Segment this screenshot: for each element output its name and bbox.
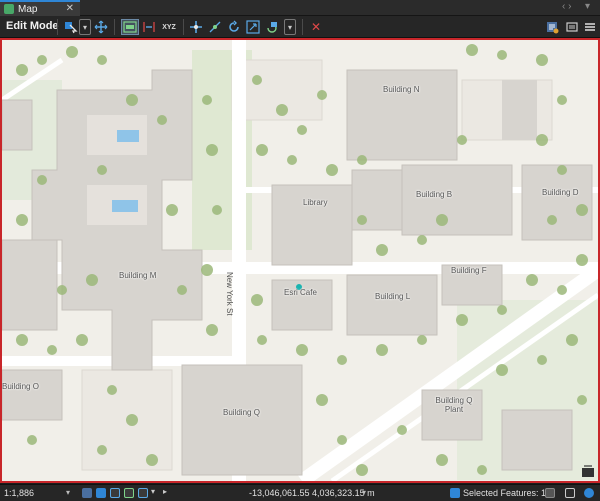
label-esri-cafe: Esri Cafe	[284, 288, 317, 297]
reshape-icon[interactable]	[208, 19, 222, 35]
rotate-view-icon[interactable]	[138, 488, 148, 498]
toolbar-divider	[114, 19, 115, 35]
label-building-b: Building B	[416, 190, 453, 199]
label-building-l: Building L	[375, 292, 411, 301]
constraints-icon[interactable]	[110, 488, 120, 498]
attributes-icon[interactable]	[265, 19, 279, 35]
label-building-n: Building N	[383, 85, 420, 94]
tab-nav-arrows[interactable]: ‹ ›	[562, 1, 571, 12]
scale-icon[interactable]	[246, 19, 260, 35]
close-tab-icon[interactable]: ✕	[66, 3, 74, 14]
xyz-label: XYZ	[162, 23, 176, 31]
tab-bar: Map ✕ ‹ › ▾	[0, 0, 600, 16]
coordinate-readout: -13,046,061.55 4,036,323.15 m	[249, 488, 375, 498]
label-building-q: Building Q	[223, 408, 260, 417]
label-building-q-plant: Building Q Plant	[435, 396, 473, 414]
edit-mode-label: Edit Mode	[6, 20, 59, 32]
label-library: Library	[303, 198, 328, 207]
delete-icon[interactable]: ✕	[309, 19, 323, 35]
selected-features-count: Selected Features: 1	[463, 488, 547, 498]
pause-drawing-icon[interactable]	[565, 488, 575, 498]
label-building-o: Building O	[2, 382, 39, 391]
sync-icon[interactable]	[124, 488, 134, 498]
toolbar-divider	[302, 19, 303, 35]
rotate-icon[interactable]	[227, 19, 241, 35]
tab-list-icon[interactable]: ▾	[585, 1, 590, 12]
tab-title: Map	[18, 3, 38, 15]
layers-icon[interactable]	[565, 19, 579, 35]
status-bar: 1:1,886 ▾ ▾ ▸ -13,046,061.55 4,036,323.1…	[0, 484, 600, 501]
vertices-icon[interactable]	[142, 19, 156, 35]
label-new-york-st: New York St	[225, 272, 234, 316]
map-scale[interactable]: 1:1,886	[4, 488, 34, 498]
toolbar-divider	[183, 19, 184, 35]
select-dropdown[interactable]: ▾	[79, 19, 91, 35]
label-building-m: Building M	[119, 271, 157, 280]
basemap	[2, 40, 598, 481]
edit-toolbar: Edit Mode ▾ XYZ ▾ ✕	[0, 16, 600, 38]
snapping-icon[interactable]	[96, 488, 106, 498]
map-icon	[4, 4, 14, 14]
annotation-edit-icon[interactable]	[121, 19, 139, 35]
label-building-d: Building D	[542, 188, 579, 197]
menu-icon[interactable]	[584, 19, 596, 35]
transform-icon[interactable]	[189, 19, 203, 35]
selection-icon	[450, 488, 460, 498]
list-icon[interactable]	[545, 19, 559, 35]
selection-toggle-icon[interactable]	[545, 488, 555, 498]
select-icon[interactable]	[64, 19, 78, 35]
toolbar-divider	[57, 19, 58, 35]
layer-list-icon[interactable]	[581, 464, 595, 478]
tab-map[interactable]: Map ✕	[0, 0, 80, 16]
xyz-icon[interactable]: XYZ	[160, 19, 178, 35]
move-icon[interactable]	[94, 19, 108, 35]
coordinate-dropdown[interactable]: ▾	[362, 488, 366, 497]
construction-toolbar: ▾	[233, 482, 375, 483]
tool-more-dropdown[interactable]: ▾	[151, 487, 155, 496]
scale-dropdown[interactable]: ▾	[66, 488, 70, 497]
refresh-icon[interactable]	[584, 488, 594, 498]
more-tools-dropdown[interactable]: ▾	[284, 19, 296, 35]
label-building-f: Building F	[451, 266, 487, 275]
map-scroll-icon[interactable]: ▸	[163, 487, 167, 496]
grid-toggle-icon[interactable]	[82, 488, 92, 498]
map-view[interactable]: Building N Library Building B Building D…	[0, 38, 600, 483]
